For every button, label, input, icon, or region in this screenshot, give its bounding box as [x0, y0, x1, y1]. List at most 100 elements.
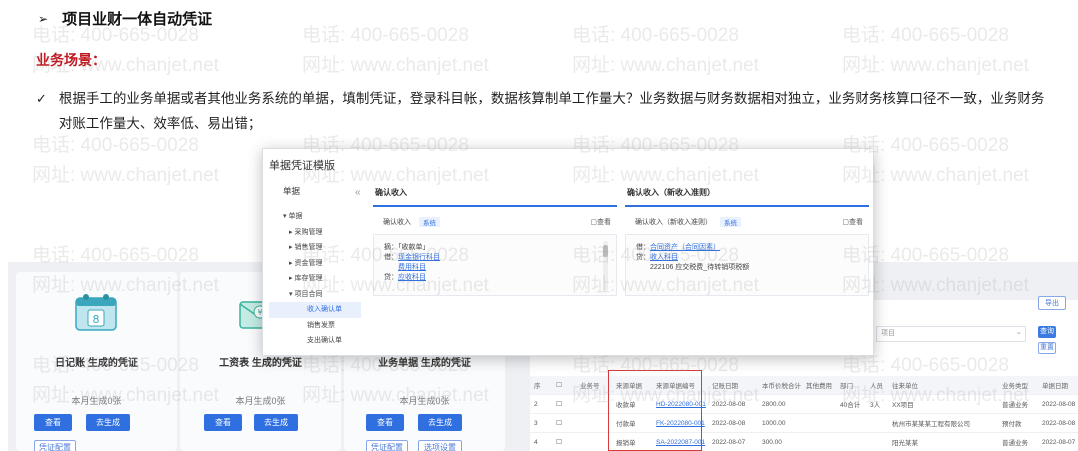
business-type: 预付款	[1002, 421, 1022, 428]
section-heading: ➢ 项目业财一体自动凭证	[38, 8, 212, 29]
checkbox[interactable]: ☐	[552, 381, 576, 389]
voucher-template-dialog: 单据凭证模版 单据 ▾ 单据 ▸ 采购管理 ▸ 销售管理 ▸ 资金管理 ▸ 库存…	[262, 148, 874, 356]
generate-button[interactable]: 去生成	[418, 414, 462, 431]
options-settings-button[interactable]: 选项设置	[418, 440, 462, 451]
pane-bar-label: 确认收入（新收入准则）	[635, 218, 712, 226]
calendar-icon: 8	[75, 294, 117, 331]
journal-voucher-card: 8 日记账 生成的凭证 本月生成0张 查看 去生成 凭证配置	[16, 272, 177, 451]
checkbox[interactable]: ☐	[552, 419, 576, 427]
posting-date: 2022-08-08	[712, 419, 746, 427]
template-pane-income: 确认收入 确认收入 系统 ▢查看 摘：「收款单」 借：现金银行科目 费用科目 贷…	[373, 183, 617, 343]
amount: 2800.00	[762, 400, 786, 408]
template-pane-income-new-standard: 确认收入（新收入准则） 确认收入（新收入准则） 系统 ▢查看 借：合同资产（合同…	[625, 183, 869, 343]
arrow-icon: ➢	[38, 11, 49, 26]
column-header: 业务号	[580, 383, 600, 390]
section-title: 项目业财一体自动凭证	[62, 11, 213, 28]
card-label: 工资表 生成的凭证	[219, 358, 302, 369]
generate-button[interactable]: 去生成	[254, 414, 298, 431]
pane-bar: 确认收入 系统 ▢查看	[373, 213, 617, 230]
account-link[interactable]: 应收科目	[398, 274, 426, 281]
view-link[interactable]: ▢查看	[590, 217, 611, 227]
scrollbar[interactable]	[603, 241, 608, 291]
page: ➢ 项目业财一体自动凭证 业务场景： ✓ 根据手工的业务单据或者其他业务系统的单…	[0, 0, 1078, 451]
watermark-phone: 电话: 400-665-0028	[842, 25, 1009, 46]
tree-node[interactable]: ▸ 库存管理	[269, 271, 361, 287]
tree-header: 单据	[283, 186, 301, 196]
card-count: 本月生成0张	[399, 396, 450, 406]
reset-button[interactable]: 重置	[1038, 342, 1056, 354]
watermark-url: 网址: www.chanjet.net	[572, 55, 759, 76]
search-button[interactable]: 查询	[1038, 326, 1056, 338]
system-tag: 系统	[419, 216, 440, 227]
account-link[interactable]: 合同资产（合同因素）	[650, 244, 720, 251]
column-header: 人员	[870, 383, 883, 390]
column-header: 业务类型	[1002, 383, 1028, 390]
checkbox[interactable]: ☐	[552, 438, 576, 446]
pane-header: 确认收入（新收入准则）	[625, 183, 869, 207]
business-type: 普通业务	[1002, 440, 1028, 447]
export-button[interactable]: 导出	[1038, 296, 1066, 310]
amount: 300.00	[762, 438, 782, 446]
tree-node[interactable]: ▾ 单据	[269, 209, 361, 225]
department: 40合计	[840, 402, 861, 409]
voucher-entries: 摘：「收款单」 借：现金银行科目 费用科目 贷：应收科目	[373, 234, 617, 296]
card-label: 业务单据 生成的凭证	[378, 358, 471, 369]
doc-date: 2022-08-07	[1042, 438, 1076, 446]
counterparty: XX项目	[892, 402, 914, 409]
tree-node[interactable]: ▸ 资金管理	[269, 256, 361, 272]
dialog-title: 单据凭证模版	[269, 160, 335, 172]
doc-date: 2022-08-08	[1042, 400, 1076, 408]
pane-bar-label: 确认收入	[383, 218, 411, 226]
generate-button[interactable]: 去生成	[86, 414, 130, 431]
watermark-phone: 电话: 400-665-0028	[572, 25, 739, 46]
card-count: 本月生成0张	[235, 396, 286, 406]
tree-node[interactable]: ▸ 销售管理	[269, 240, 361, 256]
column-header: 单据日期	[1042, 383, 1068, 390]
account-link[interactable]: 费用科目	[398, 264, 426, 271]
voucher-entries: 借：合同资产（合同因素） 贷：收入科目 222106 应交税费_待转销项税额	[625, 234, 869, 296]
tree-node[interactable]: ▾ 项目合同	[269, 287, 361, 303]
person: 3人	[870, 402, 881, 409]
column-header: 序	[534, 383, 541, 390]
checkbox[interactable]: ☐	[552, 400, 576, 408]
row-index: 3	[534, 419, 538, 427]
highlight-box	[608, 370, 702, 451]
counterparty: 杭州市某某某工程有限公司	[892, 421, 970, 428]
amount: 1000.00	[762, 419, 786, 427]
watermark-url: 网址: www.chanjet.net	[302, 55, 489, 76]
scenario-label: 业务场景：	[36, 52, 106, 68]
voucher-config-button[interactable]: 凭证配置	[366, 440, 408, 451]
tree-node[interactable]: ▸ 采购管理	[269, 225, 361, 241]
watermark-url: 网址: www.chanjet.net	[842, 55, 1029, 76]
doc-date: 2022-08-08	[1042, 419, 1076, 427]
view-link[interactable]: ▢查看	[842, 217, 863, 227]
tree-node[interactable]: 销售发票	[269, 318, 361, 334]
chevron-down-icon[interactable]: ⌄	[1016, 328, 1022, 336]
column-header: 往来单位	[892, 383, 918, 390]
account-link[interactable]: 收入科目	[650, 254, 678, 261]
tree-node[interactable]: 支出确认单	[269, 333, 361, 349]
row-index: 4	[534, 438, 538, 446]
watermark-url: 网址: www.chanjet.net	[32, 165, 219, 186]
view-button[interactable]: 查看	[34, 414, 72, 431]
tree-node-selected[interactable]: 收入确认单	[269, 302, 361, 318]
column-header: 记账日期	[712, 383, 738, 390]
pane-header: 确认收入	[373, 183, 617, 207]
column-header: 部门	[840, 383, 853, 390]
voucher-config-button[interactable]: 凭证配置	[34, 440, 76, 451]
counterparty: 阳光某某	[892, 440, 918, 447]
svg-text:8: 8	[93, 313, 100, 326]
view-button[interactable]: 查看	[204, 414, 242, 431]
account-link[interactable]: 现金银行科目	[398, 254, 440, 261]
scenario-text: 根据手工的业务单据或者其他业务系统的单据，填制凭证，登录科目帐，数据核算制单工作…	[58, 91, 1045, 131]
entry-text: 「收款单」	[398, 244, 430, 251]
posting-date: 2022-08-08	[712, 400, 746, 408]
business-type: 普通业务	[1002, 402, 1028, 409]
collapse-icon[interactable]: «	[355, 187, 361, 198]
card-count: 本月生成0张	[71, 396, 122, 406]
project-filter-input[interactable]: 项目	[876, 326, 1026, 342]
check-icon: ✓	[36, 91, 47, 106]
view-button[interactable]: 查看	[366, 414, 404, 431]
column-header: 本币价税合计	[762, 383, 801, 390]
scenario-bullet: ✓ 根据手工的业务单据或者其他业务系统的单据，填制凭证，登录科目帐，数据核算制单…	[36, 86, 1046, 136]
